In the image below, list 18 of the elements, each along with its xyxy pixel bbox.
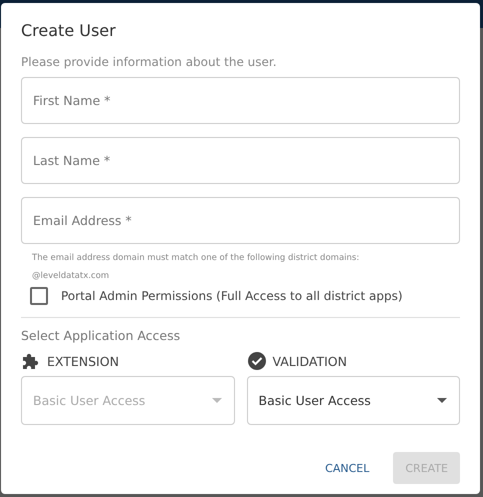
dialog-title: Create User: [21, 21, 117, 40]
dialog-button[interactable]: CANCEL: [313, 452, 382, 484]
access-select[interactable]: Basic User Access: [246, 376, 460, 425]
hint-text: The email address domain must match one of the following district domains:: [32, 252, 360, 265]
text-field[interactable]: First Name *: [21, 77, 460, 124]
puzzle-icon: [21, 351, 41, 371]
caret-icon: [437, 398, 447, 403]
checkbox[interactable]: [30, 287, 48, 305]
text-field[interactable]: Last Name *: [21, 137, 460, 184]
hint-text: @leveldatatx.com: [32, 270, 110, 283]
app-name: VALIDATION: [272, 354, 347, 368]
text-field[interactable]: Email Address *: [21, 197, 460, 244]
intro-text: Please provide information about the user.: [21, 55, 278, 69]
checkbox-label: Portal Admin Permissions (Full Access to all district apps): [61, 289, 403, 303]
caret-icon: [212, 398, 222, 403]
check-circle-icon: [246, 351, 266, 371]
app-name: EXTENSION: [47, 354, 119, 368]
section-heading: Select Application Access: [21, 328, 182, 343]
